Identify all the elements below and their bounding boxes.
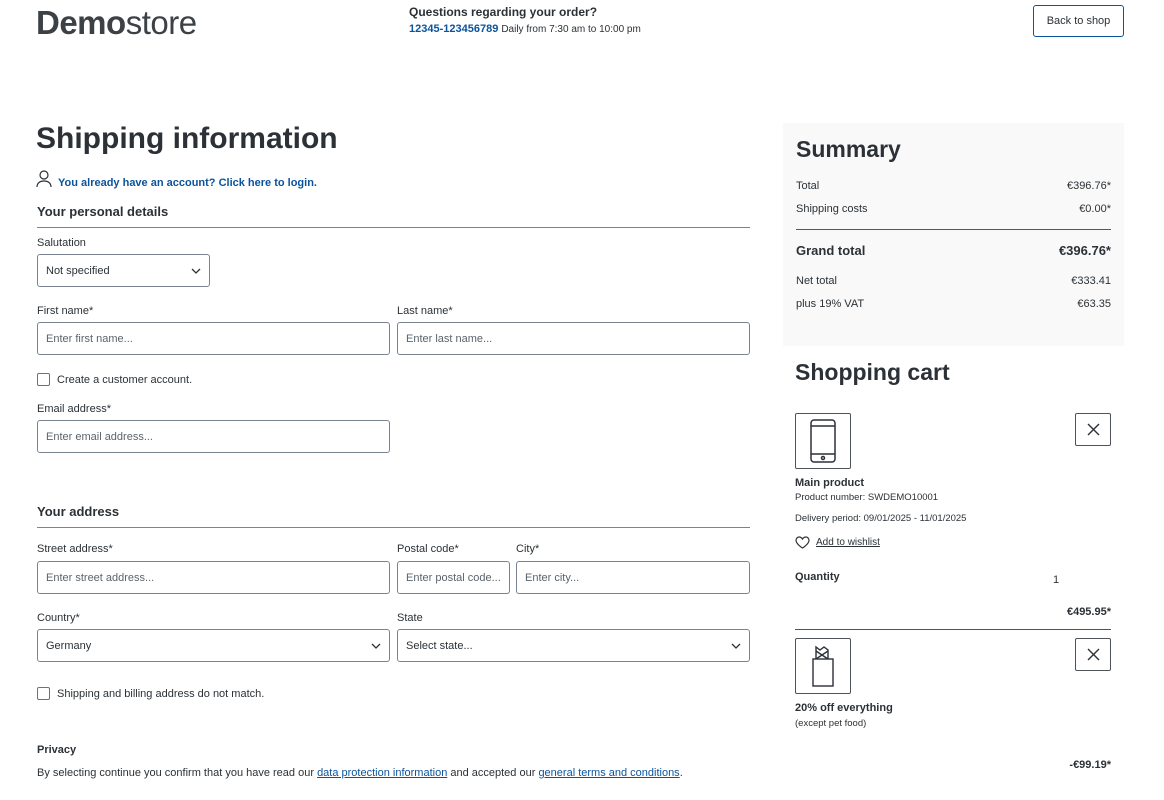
quantity-label: Quantity (795, 571, 840, 583)
personal-details-heading: Your personal details (37, 204, 750, 228)
summary-vat-row: plus 19% VAT €63.35 (796, 298, 1111, 310)
postal-code-input[interactable] (397, 561, 510, 594)
discount-thumbnail (795, 638, 851, 694)
login-link[interactable]: You already have an account? Click here … (36, 170, 317, 191)
summary-net-row: Net total €333.41 (796, 275, 1111, 287)
salutation-value: Not specified (46, 264, 110, 277)
first-name-label: First name* (37, 305, 94, 317)
privacy-text-middle: and accepted our (447, 767, 539, 779)
hotline-phone-link[interactable]: 12345-123456789 (409, 23, 498, 35)
remove-item-button[interactable] (1075, 413, 1111, 446)
create-account-checkbox[interactable]: Create a customer account. (37, 373, 192, 386)
smartphone-icon (810, 419, 836, 463)
net-total-label: Net total (796, 275, 837, 287)
privacy-text-after: . (679, 767, 683, 779)
salutation-label: Salutation (37, 237, 86, 249)
total-value: €396.76* (1066, 180, 1111, 192)
privacy-text-before: By selecting continue you confirm that y… (37, 767, 318, 779)
checkbox-box[interactable] (37, 687, 50, 700)
discount-note: (except pet food) (795, 718, 867, 729)
summary-shipping-row: Shipping costs €0.00* (796, 203, 1111, 215)
summary-title: Summary (796, 136, 901, 162)
service-hotline: Questions regarding your order? 12345-12… (409, 5, 641, 35)
create-account-label: Create a customer account. (57, 373, 193, 386)
wishlist-label: Add to wishlist (816, 537, 880, 548)
order-summary: Summary Total €396.76* Shipping costs €0… (783, 123, 1124, 346)
vat-value: €63.35 (1077, 298, 1111, 310)
vat-label: plus 19% VAT (796, 298, 865, 310)
grand-total-value: €396.76* (1058, 243, 1111, 258)
different-billing-checkbox[interactable]: Shipping and billing address do not matc… (37, 687, 264, 700)
shipping-label: Shipping costs (796, 203, 868, 215)
email-label: Email address* (37, 403, 111, 415)
privacy-heading: Privacy (37, 744, 77, 756)
hotline-question: Questions regarding your order? (409, 5, 598, 19)
product-thumbnail[interactable] (795, 413, 851, 469)
logo-light: store (125, 4, 197, 41)
logo-bold: Demo (36, 4, 126, 41)
address-heading: Your address (37, 504, 750, 528)
city-input[interactable] (516, 561, 750, 594)
first-name-input[interactable] (37, 322, 390, 355)
chevron-down-icon (731, 643, 741, 649)
last-name-input[interactable] (397, 322, 750, 355)
email-input[interactable] (37, 420, 390, 453)
remove-discount-button[interactable] (1075, 638, 1111, 671)
summary-total-row: Total €396.76* (796, 180, 1111, 192)
state-value: Select state... (406, 639, 473, 652)
terms-link[interactable]: general terms and conditions (538, 767, 679, 779)
street-label: Street address* (37, 543, 113, 555)
cart-item-price: €495.95* (1066, 606, 1111, 618)
country-value: Germany (46, 639, 92, 652)
chevron-down-icon (191, 268, 201, 274)
heart-icon (795, 536, 810, 549)
summary-divider (796, 229, 1111, 230)
privacy-text: By selecting continue you confirm that y… (37, 767, 683, 779)
close-icon (1087, 423, 1099, 436)
discount-price: -€99.19* (1069, 759, 1111, 771)
postal-code-label: Postal code* (397, 543, 459, 555)
data-protection-link[interactable]: data protection information (317, 767, 447, 779)
last-name-label: Last name* (397, 305, 453, 317)
add-to-wishlist-button[interactable]: Add to wishlist (795, 536, 880, 549)
salutation-select[interactable]: Not specified (37, 254, 210, 287)
country-select[interactable]: Germany (37, 629, 390, 662)
shopping-cart-title: Shopping cart (795, 359, 950, 385)
discount-name: 20% off everything (795, 702, 893, 714)
state-label: State (397, 612, 423, 624)
store-logo[interactable]: Demostore (36, 4, 197, 42)
different-billing-label: Shipping and billing address do not matc… (57, 687, 265, 700)
cart-item-divider (795, 629, 1111, 630)
cart-item-name[interactable]: Main product (795, 477, 864, 489)
checkbox-box[interactable] (37, 373, 50, 386)
back-to-shop-button[interactable]: Back to shop (1033, 5, 1124, 37)
login-link-text: You already have an account? Click here … (58, 176, 317, 189)
quantity-select[interactable]: 1 (1053, 574, 1059, 586)
total-label: Total (796, 180, 820, 192)
discount-voucher-icon (812, 645, 834, 687)
grand-total-label: Grand total (796, 243, 866, 258)
page-title: Shipping information (36, 122, 338, 155)
shipping-value: €0.00* (1079, 203, 1111, 215)
country-label: Country* (37, 612, 80, 624)
state-select[interactable]: Select state... (397, 629, 750, 662)
user-icon (36, 170, 52, 191)
close-icon (1087, 648, 1099, 661)
street-input[interactable] (37, 561, 390, 594)
hotline-hours: Daily from 7:30 am to 10:00 pm (501, 24, 641, 35)
chevron-down-icon (371, 643, 381, 649)
cart-item-delivery: Delivery period: 09/01/2025 - 11/01/2025 (795, 513, 967, 524)
cart-item-product-number: Product number: SWDEMO10001 (795, 492, 939, 503)
city-label: City* (516, 543, 540, 555)
summary-grand-row: Grand total €396.76* (796, 243, 1111, 258)
net-total-value: €333.41 (1071, 275, 1111, 287)
